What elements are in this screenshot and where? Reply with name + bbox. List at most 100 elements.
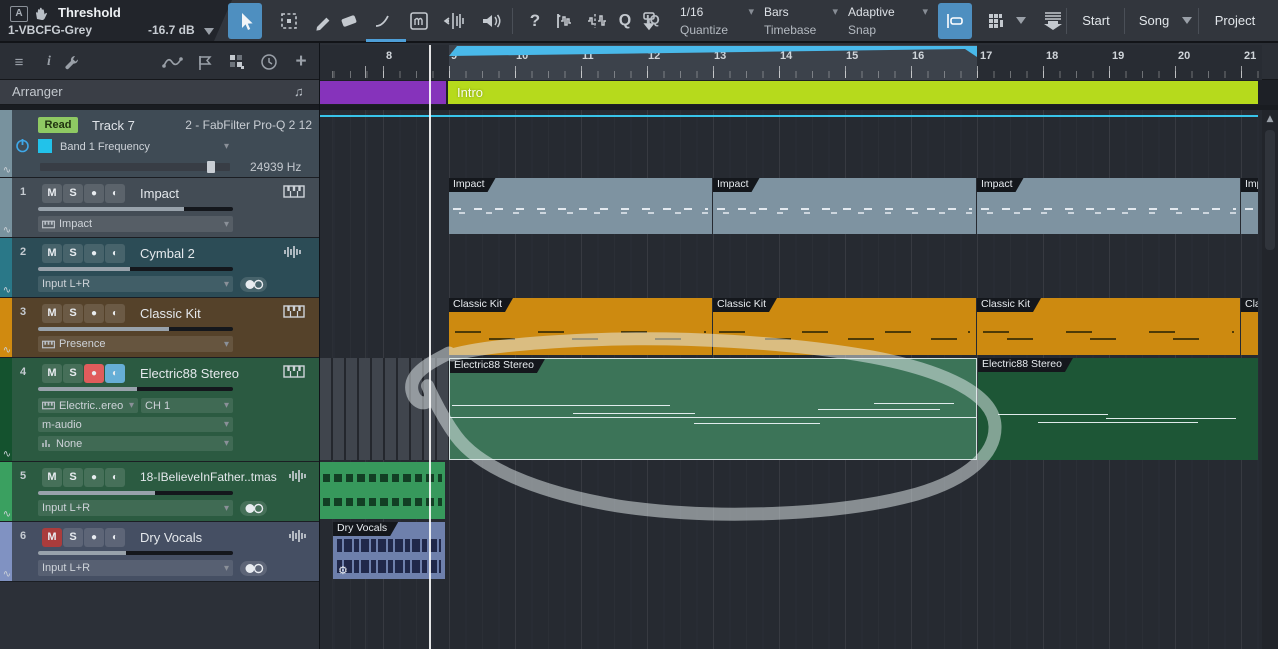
record-arm-button[interactable]: ● <box>84 468 104 487</box>
chevron-down-icon[interactable] <box>1016 17 1026 25</box>
input-quantize-label[interactable]: IQ <box>646 12 660 27</box>
mute-button[interactable]: M <box>42 304 62 323</box>
erase-tool-button[interactable] <box>332 3 366 39</box>
automation-track-header[interactable]: ∿ Read Track 7 2 - FabFilter Pro-Q 2 12 … <box>0 110 320 178</box>
snap-mode-select[interactable]: Adaptive ▾ <box>848 4 930 21</box>
record-arm-button[interactable]: ● <box>84 184 104 203</box>
stereo-toggle[interactable] <box>240 277 267 292</box>
select-tool-button[interactable] <box>228 3 262 39</box>
insert-select[interactable]: None ▾ <box>38 436 233 451</box>
monitor-button[interactable]: ◐ <box>105 468 125 487</box>
preset-panel[interactable]: A Threshold 1-VBCFG-Grey -16.7 dB <box>0 0 232 41</box>
channel-select[interactable]: CH 1 ▾ <box>141 398 233 413</box>
track-header-classic-kit[interactable]: ∿ 3 M S ● ◐ Classic Kit Presence ▾ <box>0 298 320 358</box>
automation-read-badge[interactable]: Read <box>38 117 78 133</box>
arrange-area[interactable]: Impact Impact Impact Impact Classic Kit … <box>320 110 1262 649</box>
automation-plugin-label[interactable]: 2 - FabFilter Pro-Q 2 12 <box>185 118 312 132</box>
monitor-button-active[interactable]: ◐ <box>105 364 125 383</box>
range-tool-button[interactable] <box>272 3 306 39</box>
clip-classic-kit-2[interactable]: Classic Kit <box>713 298 976 355</box>
info-icon[interactable]: i <box>38 51 60 73</box>
device-select[interactable]: m-audio ▾ <box>38 417 233 432</box>
bend-tool-button[interactable] <box>366 3 400 39</box>
volume-slider[interactable] <box>38 387 233 391</box>
volume-slider[interactable] <box>38 551 233 555</box>
playhead[interactable] <box>429 45 431 649</box>
mute-button[interactable]: M <box>42 364 62 383</box>
automation-icon[interactable]: ∿ <box>0 344 14 357</box>
mute-button[interactable]: M <box>42 244 62 263</box>
monitor-button[interactable]: ◐ <box>105 244 125 263</box>
arranger-lane[interactable]: Intro <box>320 80 1278 105</box>
track-name[interactable]: 18-IBelieveInFather..tmas <box>140 470 277 484</box>
automation-icon[interactable]: ∿ <box>0 224 14 237</box>
mute-button[interactable]: M <box>42 184 62 203</box>
arranger-section-previous[interactable] <box>320 81 446 104</box>
track-header-impact[interactable]: ∿ 1 M S ● ◐ Impact Impact ▾ <box>0 178 320 238</box>
listen-tool-button[interactable] <box>474 3 508 39</box>
automation-icon[interactable]: ∿ <box>0 508 14 521</box>
wrench-icon[interactable] <box>60 51 82 73</box>
automation-icon[interactable]: ∿ <box>0 284 14 297</box>
timeline-ruler[interactable]: 8 9 10 11 12 13 14 15 16 17 18 19 20 21 <box>320 45 1262 80</box>
loop-bar[interactable] <box>320 45 1262 58</box>
chevron-down-icon[interactable] <box>1182 17 1192 25</box>
scrollbar-thumb[interactable] <box>1265 130 1275 250</box>
automation-icon[interactable]: ∿ <box>0 568 14 581</box>
solo-button[interactable]: S <box>63 184 83 203</box>
clip-classic-kit-1[interactable]: Classic Kit <box>449 298 712 355</box>
input-select[interactable]: Input L+R ▾ <box>38 500 233 516</box>
clip-impact-1[interactable]: Impact <box>449 178 712 234</box>
record-arm-button[interactable]: ● <box>84 244 104 263</box>
mute-button[interactable]: M <box>42 468 62 487</box>
help-tool-button[interactable]: ? <box>518 3 552 39</box>
vertical-scrollbar[interactable]: ▲ <box>1262 110 1278 649</box>
marker-flag-icon[interactable] <box>194 51 216 73</box>
monitor-button[interactable]: ◐ <box>105 184 125 203</box>
automation-track-name[interactable]: Track 7 <box>92 118 135 133</box>
input-select[interactable]: Input L+R ▾ <box>38 560 233 576</box>
track-header-cymbal[interactable]: ∿ 2 M S ● ◐ Cymbal 2 Input L+R ▾ <box>0 238 320 298</box>
solo-button[interactable]: S <box>63 304 83 323</box>
audio-bend-marker-button[interactable] <box>548 3 582 39</box>
menu-icon[interactable]: ≡ <box>8 51 30 73</box>
track-name[interactable]: Electric88 Stereo <box>140 366 239 381</box>
panel-divider[interactable] <box>319 43 320 649</box>
instrument-output-select[interactable]: Presence ▾ <box>38 336 233 352</box>
clip-classic-kit-3[interactable]: Classic Kit <box>977 298 1240 355</box>
parameter-select[interactable]: Band 1 Frequency ▾ <box>56 139 233 154</box>
track-name[interactable]: Cymbal 2 <box>140 246 195 261</box>
mute-button-active[interactable]: M <box>42 528 62 547</box>
input-select[interactable]: Input L+R ▾ <box>38 276 233 292</box>
parameter-value-slider[interactable] <box>40 161 230 173</box>
preset-variant-label[interactable]: 1-VBCFG-Grey <box>8 23 92 37</box>
volume-slider[interactable] <box>38 267 233 271</box>
scroll-up-icon[interactable]: ▲ <box>1262 114 1278 124</box>
grid-quantize-icon[interactable] <box>226 51 248 73</box>
timestretch-tool-button[interactable] <box>438 3 472 39</box>
clock-icon[interactable] <box>258 51 280 73</box>
volume-slider[interactable] <box>38 491 233 495</box>
automation-curve-icon[interactable] <box>162 51 184 73</box>
page-start-button[interactable]: Start <box>1068 0 1124 41</box>
track-name[interactable]: Dry Vocals <box>140 530 202 545</box>
add-track-icon[interactable]: + <box>290 51 312 73</box>
solo-button[interactable]: S <box>63 468 83 487</box>
clip-impact-2[interactable]: Impact <box>713 178 976 234</box>
stereo-toggle[interactable] <box>240 561 267 576</box>
volume-slider[interactable] <box>38 207 233 211</box>
track-header-dry-vocals[interactable]: ∿ 6 M S ● ◐ Dry Vocals Input L+R ▾ <box>0 522 320 582</box>
chevron-down-icon[interactable] <box>204 28 214 36</box>
import-button[interactable] <box>1036 3 1070 39</box>
clip-classic-kit-4-partial[interactable]: Classic Kit <box>1241 298 1258 355</box>
instrument-select[interactable]: Electric..ereo ▾ <box>38 398 138 413</box>
page-project-button[interactable]: Project <box>1202 0 1268 41</box>
clip-electric88-selected[interactable]: Electric88 Stereo <box>449 358 977 460</box>
automation-icon[interactable]: ∿ <box>0 448 14 461</box>
solo-button[interactable]: S <box>63 244 83 263</box>
quantize-select[interactable]: 1/16 ▾ <box>680 4 756 21</box>
hand-tool-icon[interactable] <box>32 4 50 22</box>
record-arm-button[interactable]: ● <box>84 528 104 547</box>
track-list-button[interactable] <box>980 3 1014 39</box>
track-header-ibelieve[interactable]: ∿ 5 M S ● ◐ 18-IBelieveInFather..tmas In… <box>0 462 320 522</box>
